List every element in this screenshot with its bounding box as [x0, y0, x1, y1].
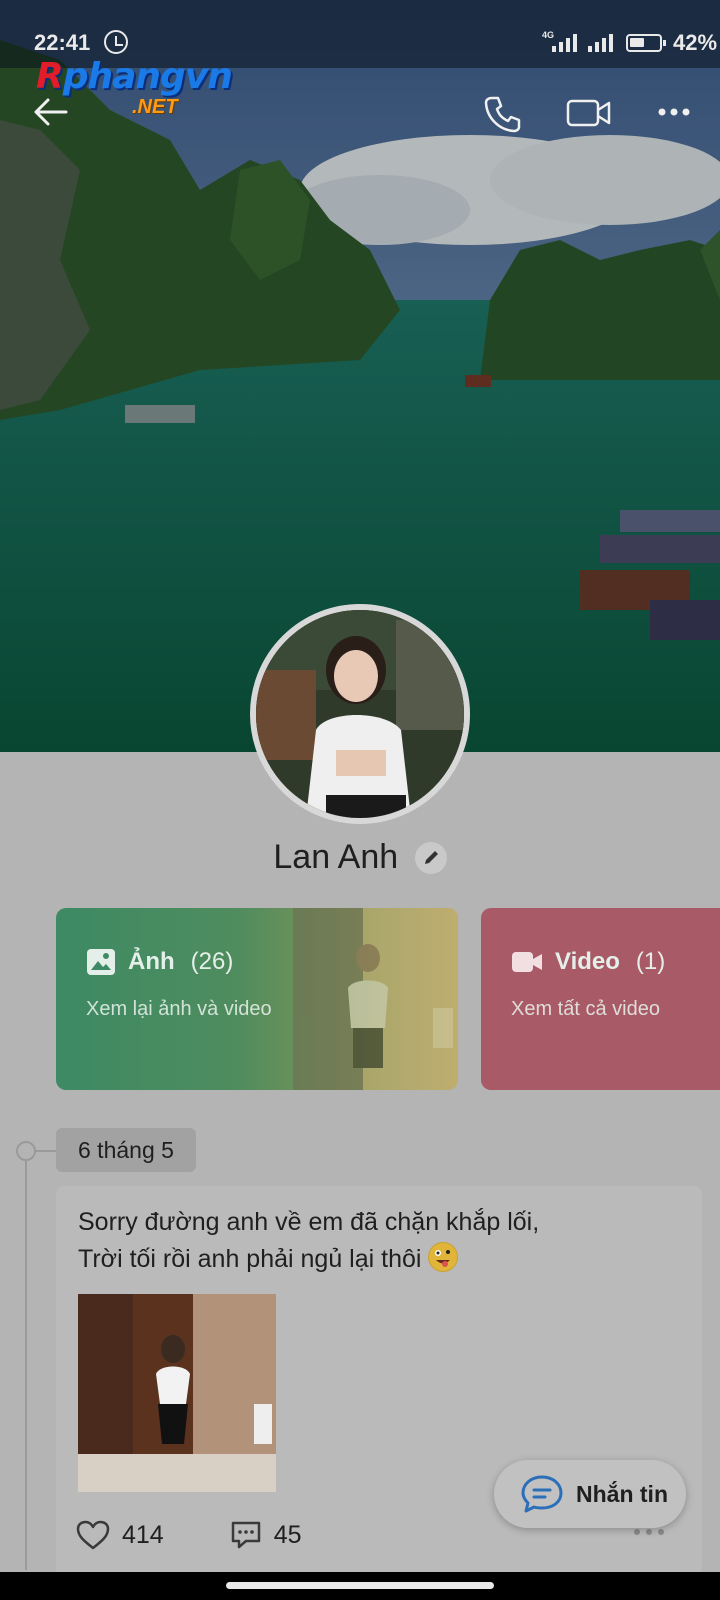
comment-button[interactable]: 45: [230, 1520, 302, 1550]
post-text: Sorry đường anh về em đã chặn khắp lối, …: [78, 1208, 540, 1273]
photos-card-content: Ảnh (26) Xem lại ảnh và video: [86, 948, 272, 1021]
logo-text-sub: .NET: [132, 96, 178, 118]
battery-icon: [626, 34, 666, 52]
avatar[interactable]: [250, 604, 470, 824]
profile-screen: 22:41 4G 42% Rphangvn .NET Lan Anh Ảnh (…: [0, 0, 720, 1600]
comment-icon: [231, 1521, 260, 1549]
battery-percent: 42%: [673, 30, 718, 55]
video-call-icon[interactable]: [566, 98, 612, 128]
post-photo: [78, 1294, 276, 1492]
videos-card-title: Video: [555, 948, 620, 975]
post-actions: 414 45: [76, 1520, 302, 1550]
more-icon[interactable]: [656, 100, 692, 124]
status-time: 22:41: [34, 30, 91, 55]
like-count: 414: [122, 1520, 164, 1549]
home-indicator[interactable]: [226, 1582, 494, 1589]
videos-card-content: Video (1) Xem tất cả video: [511, 948, 665, 1021]
timeline-connector: [36, 1150, 56, 1152]
videos-card[interactable]: Video (1) Xem tất cả video: [481, 908, 720, 1090]
avatar-image: [256, 610, 464, 818]
navigation-bar: [0, 1572, 720, 1600]
photos-card-title: Ảnh: [128, 948, 175, 975]
logo-text-blue: phangvn: [62, 56, 233, 97]
photos-card-count: (26): [190, 948, 234, 975]
photos-card-thumbnail: [293, 908, 458, 1090]
logo-text-red: R: [36, 56, 64, 97]
timeline-dot: [16, 1141, 36, 1161]
signal-icon-2: [588, 32, 613, 52]
message-button-label: Nhắn tin: [576, 1480, 668, 1507]
post-text-block: Sorry đường anh về em đã chặn khắp lối, …: [78, 1204, 678, 1278]
image-icon: [87, 949, 115, 975]
profile-name-row: Lan Anh: [0, 838, 720, 877]
date-chip: 6 tháng 5: [56, 1128, 196, 1172]
like-button[interactable]: 414: [76, 1520, 164, 1550]
alarm-icon: [104, 30, 128, 54]
message-button[interactable]: Nhắn tin: [494, 1460, 686, 1528]
zany-face-emoji-icon: [428, 1242, 459, 1272]
comment-count: 45: [273, 1520, 302, 1549]
video-icon: [512, 952, 542, 972]
edit-icon[interactable]: [414, 841, 447, 874]
watermark-logo: Rphangvn .NET: [36, 56, 233, 118]
signal-icon: [552, 32, 577, 52]
videos-card-count: (1): [635, 948, 666, 975]
back-icon[interactable]: [30, 92, 70, 132]
photos-card-subtitle: Xem lại ảnh và video: [86, 998, 272, 1020]
profile-name: Lan Anh: [273, 838, 399, 876]
videos-card-subtitle: Xem tất cả video: [511, 998, 660, 1020]
photos-card[interactable]: Ảnh (26) Xem lại ảnh và video: [56, 908, 458, 1090]
timeline-line: [25, 1150, 27, 1570]
post-image[interactable]: [78, 1294, 276, 1492]
chat-icon: [521, 1475, 563, 1513]
phone-icon[interactable]: [482, 94, 522, 134]
heart-icon: [76, 1520, 110, 1550]
